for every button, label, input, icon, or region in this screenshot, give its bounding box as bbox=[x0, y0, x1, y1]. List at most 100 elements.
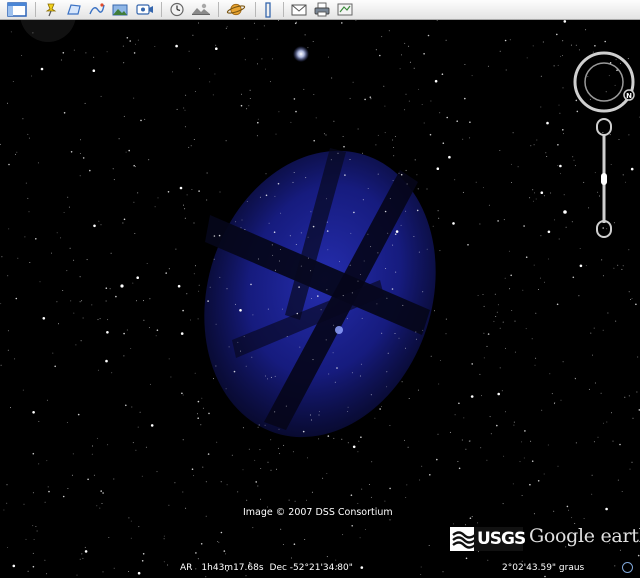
star bbox=[128, 571, 130, 572]
zoom-handle[interactable] bbox=[601, 173, 607, 185]
star bbox=[225, 140, 227, 142]
star bbox=[97, 369, 99, 371]
star bbox=[437, 210, 439, 212]
add-placemark-button[interactable] bbox=[40, 1, 62, 18]
star bbox=[563, 20, 567, 23]
star bbox=[593, 327, 595, 329]
star bbox=[27, 197, 29, 199]
star bbox=[257, 118, 259, 120]
star bbox=[137, 571, 141, 575]
zoom-in-button[interactable] bbox=[596, 118, 612, 136]
star bbox=[405, 93, 407, 95]
star bbox=[182, 491, 184, 493]
star bbox=[32, 411, 35, 414]
usgs-wave-icon bbox=[452, 527, 476, 551]
star bbox=[342, 136, 344, 137]
star bbox=[404, 439, 405, 441]
star bbox=[511, 310, 513, 311]
path-icon bbox=[89, 3, 105, 15]
star bbox=[418, 251, 420, 253]
star bbox=[375, 144, 377, 146]
star bbox=[636, 391, 638, 393]
star bbox=[333, 120, 335, 122]
star bbox=[180, 332, 184, 335]
ruler-button[interactable] bbox=[259, 1, 277, 18]
sunlight-button[interactable] bbox=[189, 1, 213, 18]
star bbox=[557, 165, 559, 167]
star bbox=[263, 25, 265, 27]
star bbox=[398, 337, 400, 339]
zoom-slider[interactable] bbox=[591, 117, 619, 241]
star bbox=[542, 41, 544, 43]
star bbox=[371, 461, 373, 463]
star bbox=[505, 69, 507, 71]
star bbox=[197, 558, 199, 560]
star bbox=[344, 174, 346, 176]
star bbox=[386, 371, 388, 373]
record-tour-button[interactable] bbox=[133, 1, 157, 18]
historical-imagery-button[interactable] bbox=[166, 1, 188, 18]
star bbox=[392, 244, 394, 246]
star bbox=[102, 571, 104, 573]
star bbox=[313, 139, 316, 142]
switch-planet-button[interactable] bbox=[223, 1, 249, 18]
star bbox=[175, 248, 177, 250]
add-polygon-button[interactable] bbox=[63, 1, 85, 18]
navigation-compass[interactable]: N bbox=[572, 50, 636, 114]
star bbox=[84, 550, 88, 553]
star bbox=[635, 303, 637, 306]
star bbox=[325, 134, 327, 136]
star bbox=[100, 224, 102, 226]
star bbox=[566, 505, 569, 508]
star bbox=[298, 286, 300, 288]
star bbox=[322, 477, 324, 479]
star bbox=[629, 468, 631, 470]
star bbox=[384, 132, 386, 134]
star bbox=[69, 247, 71, 249]
email-button[interactable] bbox=[288, 1, 310, 18]
zoom-out-button[interactable] bbox=[596, 220, 612, 238]
star bbox=[534, 364, 536, 366]
star bbox=[129, 40, 131, 42]
star bbox=[126, 329, 128, 331]
view-in-maps-button[interactable] bbox=[334, 1, 356, 18]
star bbox=[296, 312, 299, 315]
star bbox=[304, 539, 306, 540]
star bbox=[206, 172, 208, 174]
sky-view[interactable]: Image © 2007 DSS Consortium AR 1h43m17.68… bbox=[0, 20, 640, 578]
star bbox=[194, 372, 196, 374]
add-path-button[interactable] bbox=[86, 1, 108, 18]
star bbox=[547, 230, 551, 234]
star bbox=[415, 331, 417, 333]
star bbox=[293, 172, 295, 173]
star bbox=[540, 75, 542, 77]
sidebar-toggle-button[interactable] bbox=[4, 1, 30, 18]
star bbox=[156, 471, 158, 473]
star bbox=[446, 116, 449, 119]
star bbox=[347, 442, 349, 444]
star bbox=[123, 218, 126, 221]
star bbox=[225, 27, 227, 29]
star bbox=[628, 249, 630, 251]
star bbox=[72, 453, 74, 455]
star bbox=[470, 395, 472, 397]
image-overlay-button[interactable] bbox=[109, 1, 131, 18]
star bbox=[113, 478, 115, 480]
star bbox=[154, 206, 156, 208]
star bbox=[631, 461, 633, 463]
star bbox=[307, 47, 309, 49]
star bbox=[313, 94, 315, 95]
star bbox=[458, 402, 460, 405]
star bbox=[487, 559, 489, 561]
print-button[interactable] bbox=[311, 1, 333, 18]
star bbox=[477, 551, 479, 553]
star bbox=[469, 440, 471, 442]
star bbox=[168, 504, 170, 506]
star bbox=[394, 136, 396, 137]
star bbox=[315, 117, 317, 119]
star bbox=[255, 481, 257, 483]
star bbox=[465, 448, 467, 450]
streaming-status-icon bbox=[622, 562, 633, 573]
star bbox=[540, 106, 542, 108]
star bbox=[544, 281, 545, 283]
